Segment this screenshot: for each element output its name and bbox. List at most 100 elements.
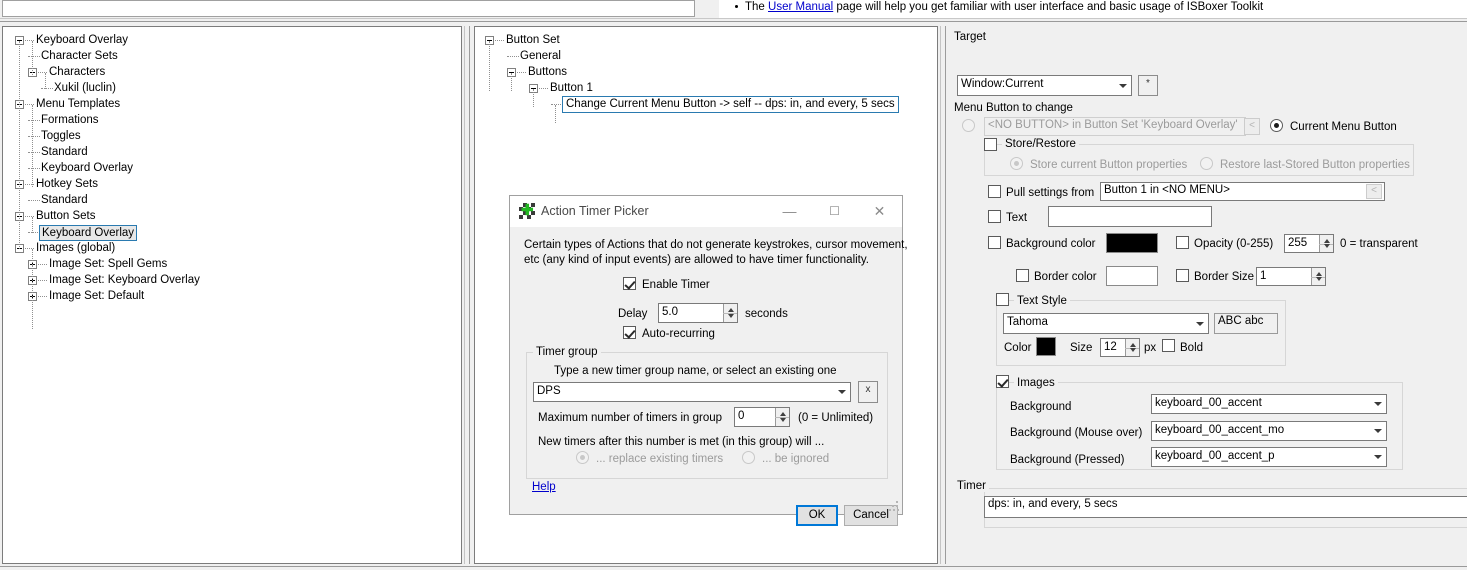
target-combo[interactable]: Window:Current [957,75,1132,96]
pull-settings-checkbox[interactable] [988,185,1001,198]
tree-connector [38,280,47,282]
maximize-icon[interactable]: ☐ [812,196,857,227]
border-size-label: Border Size [1194,271,1255,283]
pull-settings-display[interactable]: Button 1 in <NO MENU> [1100,182,1385,201]
target-label: Target [954,31,986,43]
background-color-swatch[interactable] [1106,233,1158,253]
tree-connector [507,56,519,58]
minimize-icon[interactable]: — [767,196,812,227]
border-color-swatch[interactable] [1106,266,1158,286]
image-background-label: Background [1010,401,1072,413]
no-button-display: <NO BUTTON> in Button Set 'Keyboard Over… [984,117,1246,136]
restore-last-label: Restore last-Stored Button properties [1220,159,1410,171]
max-timers-value: 0 [738,410,745,422]
target-star-button[interactable]: * [1138,75,1158,96]
tree-node-label: Toggles [41,130,81,142]
border-size-spinner[interactable]: 1 [1256,267,1326,286]
splitter-right[interactable] [940,26,946,564]
auto-recurring-checkbox[interactable] [623,326,636,339]
text-color-swatch[interactable] [1036,337,1056,356]
timer-summary-value: dps: in, and every, 5 secs [988,498,1118,510]
pull-settings-picker-button[interactable]: < [1366,184,1382,199]
menu-button-to-change-label: Menu Button to change [954,102,1073,114]
radio-store-current[interactable] [1010,157,1023,170]
store-restore-checkbox[interactable] [984,138,997,151]
timer-label: Timer [954,480,989,492]
image-background-pressed-combo[interactable]: keyboard_00_accent_p [1151,447,1387,467]
font-size-spinner[interactable]: 12 [1100,338,1140,357]
border-color-checkbox[interactable] [1016,269,1029,282]
tree-node-label: General [520,50,561,62]
border-size-spinner-arrows[interactable] [1311,268,1325,285]
tree-node-label: Menu Templates [36,98,121,110]
radio-replace-existing-timers[interactable] [576,451,589,464]
enable-timer-label: Enable Timer [642,279,710,291]
font-size-value: 12 [1104,341,1117,353]
bold-checkbox[interactable] [1162,339,1175,352]
tree-node-label: Button Sets [36,210,96,222]
replace-existing-timers-label: ... replace existing timers [596,453,724,465]
tree-connector [533,89,535,107]
dialog-description-line2: etc (any kind of input events) are allow… [524,254,869,266]
radio-current-menu-button[interactable] [1270,119,1283,132]
tree-connector [517,72,526,74]
user-manual-link[interactable]: User Manual [768,1,833,13]
background-color-label: Background color [1006,238,1096,250]
tree-node-label: Keyboard Overlay [41,162,134,174]
max-timers-spinner[interactable]: 0 [734,407,790,427]
timer-group-hint: Type a new timer group name, or select a… [554,365,837,377]
font-family-combo[interactable]: Tahoma [1003,313,1209,334]
max-timers-hint: (0 = Unlimited) [798,412,874,424]
delay-spinner[interactable]: 5.0 [658,303,738,323]
opacity-spinner-arrows[interactable] [1319,235,1333,252]
image-background-pressed-value: keyboard_00_accent_p [1155,450,1275,462]
new-timers-label: New timers after this number is met (in … [538,436,825,448]
radio-be-ignored[interactable] [742,451,755,464]
text-input[interactable] [1048,206,1212,227]
bullet-icon [735,5,738,8]
delay-value: 5.0 [662,306,678,318]
text-checkbox[interactable] [988,210,1001,223]
chevron-down-icon [1196,321,1204,326]
delay-spinner-arrows[interactable] [723,304,737,322]
target-combo-value: Window:Current [961,78,1044,90]
close-icon[interactable]: ✕ [857,196,902,227]
tree-node-label: Formations [41,114,99,126]
timer-summary[interactable]: dps: in, and every, 5 secs [984,496,1467,518]
splitter-left[interactable] [464,26,470,564]
border-color-label: Border color [1034,271,1097,283]
be-ignored-label: ... be ignored [762,453,830,465]
dialog-title-bar[interactable]: ✚ Action Timer Picker — ☐ ✕ [510,196,902,227]
image-background-combo[interactable]: keyboard_00_accent [1151,394,1387,414]
no-button-picker-button[interactable]: < [1244,118,1260,135]
timer-group-combo[interactable]: DPS [533,382,851,402]
radio-specific-button[interactable] [962,119,975,132]
tree-connector [28,200,40,202]
ok-button[interactable]: OK [796,505,838,526]
clear-timer-group-button[interactable]: x [858,381,878,403]
image-background-mouseover-value: keyboard_00_accent_mo [1155,424,1285,436]
store-restore-label: Store/Restore [1002,138,1079,150]
tree-connector [28,120,40,122]
opacity-checkbox[interactable] [1176,236,1189,249]
background-color-checkbox[interactable] [988,236,1001,249]
tree-connector [28,56,40,58]
delay-label: Delay [618,308,648,320]
project-tree-pane[interactable]: Keyboard Overlay Character Sets Characters… [2,26,462,564]
images-checkbox[interactable] [996,375,1009,388]
enable-timer-checkbox[interactable] [623,277,636,290]
image-background-pressed-label: Background (Pressed) [1010,454,1125,466]
radio-restore-last[interactable] [1200,157,1213,170]
max-timers-spinner-arrows[interactable] [775,408,789,426]
help-link[interactable]: Help [532,481,556,493]
font-size-label: Size [1070,342,1093,354]
tree-node-label: Standard [41,194,88,206]
border-size-checkbox[interactable] [1176,269,1189,282]
font-size-spinner-arrows[interactable] [1125,339,1139,356]
text-style-checkbox[interactable] [996,293,1009,306]
opacity-spinner[interactable]: 255 [1284,234,1334,253]
tree-node-label: Characters [49,66,106,78]
resize-grip[interactable] [889,501,899,511]
chevron-down-icon [1374,402,1382,406]
image-background-mouseover-combo[interactable]: keyboard_00_accent_mo [1151,421,1387,441]
